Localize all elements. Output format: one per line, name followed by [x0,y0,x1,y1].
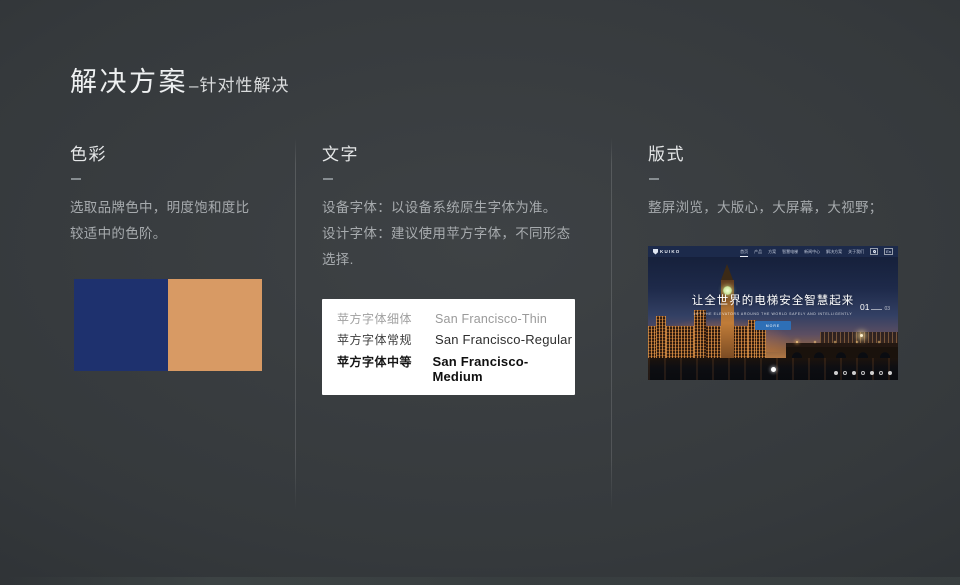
color-swatches [74,279,275,371]
column-layout: 版式 整屏浏览，大版心，大屏幕，大视野； KUIKO [648,140,903,380]
swatch-blue [74,279,168,371]
street-lamp [860,334,863,337]
column-color: 色彩 选取品牌色中，明度饱和度比较适中的色阶。 [70,140,275,371]
font-specimen-card: 苹方字体细体 San Francisco-Thin 苹方字体常规 San Fra… [322,299,575,395]
site-nav-item: 解决方案 [826,249,842,255]
big-ben-spire [721,264,733,280]
font-cn-label: 苹方字体细体 [337,310,435,327]
site-nav-item: 方案 [768,249,776,255]
column-color-heading: 色彩 [70,140,275,165]
site-nav-item: 首页 [740,249,748,255]
font-row-thin: 苹方字体细体 San Francisco-Thin [337,310,575,327]
column-layout-heading: 版式 [648,140,903,165]
font-cn-label: 苹方字体常规 [337,331,435,348]
site-nav-item: 产品 [754,249,762,255]
social-icon [888,371,893,376]
site-nav-item: 关于我们 [848,249,864,255]
site-more-button: MORE [755,321,791,330]
shield-logo-icon [653,249,658,255]
site-nav-item: 新闻中心 [804,249,820,255]
body-line: 设备字体：以设备系统原生字体为准。 [322,195,584,221]
scroll-indicator-dot [771,367,776,372]
social-icon [879,371,884,376]
site-lang-button: En [884,248,893,255]
social-icon [834,371,839,376]
website-example-image: KUIKO 首页 产品 方案 智慧电梯 新闻中心 解决方案 关于我们 En 让全… [648,246,898,380]
heading-dash [649,178,659,180]
font-en-label: San Francisco-Medium [432,354,575,384]
site-search-icon [870,248,878,255]
site-pager: 01 03 [860,302,890,312]
social-icon [861,371,866,376]
column-divider [295,138,296,510]
column-typography-heading: 文字 [322,140,584,165]
site-header: KUIKO 首页 产品 方案 智慧电梯 新闻中心 解决方案 关于我们 En [648,246,898,257]
social-icon [852,371,857,376]
font-en-label: San Francisco-Thin [435,312,547,326]
column-color-body: 选取品牌色中，明度饱和度比较适中的色阶。 [70,195,262,247]
page-subtitle: –针对性解决 [189,71,289,96]
site-logo: KUIKO [653,249,681,255]
pager-line [871,309,882,310]
swatch-orange [168,279,262,371]
heading-dash [71,178,81,180]
column-typography-body: 设备字体：以设备系统原生字体为准。 设计字体：建议使用苹方字体，不同形态选择. [322,195,584,273]
font-en-label: San Francisco-Regular [435,332,572,347]
presentation-slide: 解决方案 –针对性解决 色彩 选取品牌色中，明度饱和度比较适中的色阶。 文字 设… [0,0,960,585]
bridge-arches [786,347,898,358]
font-row-regular: 苹方字体常规 San Francisco-Regular [337,331,575,348]
site-social-icons [834,371,893,376]
font-cn-label: 苹方字体中等 [337,353,432,370]
font-row-medium: 苹方字体中等 San Francisco-Medium [337,353,575,384]
bottom-texture [0,577,960,585]
heading-dash [323,178,333,180]
body-line: 设计字体：建议使用苹方字体，不同形态选择. [322,221,584,273]
column-layout-body: 整屏浏览，大版心，大屏幕，大视野； [648,195,903,221]
site-logo-text: KUIKO [660,249,681,254]
column-divider [611,138,612,510]
site-nav: 首页 产品 方案 智慧电梯 新闻中心 解决方案 关于我们 En [740,248,893,255]
pager-current: 01 [860,302,869,312]
column-typography: 文字 设备字体：以设备系统原生字体为准。 设计字体：建议使用苹方字体，不同形态选… [322,140,584,395]
pager-total: 03 [884,306,890,312]
title-block: 解决方案 –针对性解决 [70,60,289,99]
social-icon [843,371,848,376]
site-nav-item: 智慧电梯 [782,249,798,255]
magnifier-icon [873,250,876,253]
page-title: 解决方案 [70,60,188,99]
site-subheadline: LET THE ELEVATORS AROUND THE WORLD SAFEL… [648,312,898,316]
bridge-lamps [796,341,798,343]
social-icon [870,371,875,376]
